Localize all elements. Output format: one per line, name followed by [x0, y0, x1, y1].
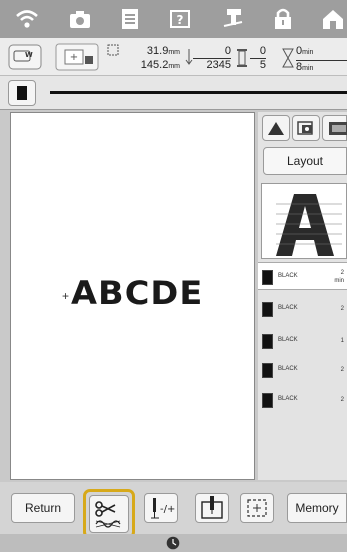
thread-name: BLACK — [278, 305, 298, 311]
return-button[interactable]: Return — [11, 493, 75, 523]
svg-text:+: + — [70, 52, 78, 63]
thread-name: BLACK — [278, 366, 298, 372]
wifi-icon[interactable] — [14, 6, 40, 32]
camera-scan-button[interactable] — [292, 115, 320, 141]
embroidery-design-text[interactable]: ABCDE — [71, 274, 203, 312]
triangle-button[interactable] — [262, 115, 290, 141]
footer-bar — [0, 534, 347, 552]
scan-camera-icon — [297, 121, 313, 135]
thread-swatch — [262, 302, 273, 317]
top-toolbar: ? — [0, 0, 347, 38]
thread-time-unit: min — [334, 278, 344, 284]
thread-row[interactable]: BLACK 1 — [258, 327, 347, 355]
stitch-current: 0 — [224, 45, 231, 57]
letter-a-preview-icon — [276, 194, 342, 256]
thread-spool-icon — [237, 49, 247, 67]
color-current: 0 — [259, 45, 266, 57]
thread-color-button[interactable] — [8, 80, 36, 106]
thread-swatch — [262, 393, 273, 408]
thread-row[interactable]: BLACK 2 — [258, 386, 347, 414]
lock-icon[interactable] — [270, 6, 296, 32]
width-unit: mm — [168, 49, 180, 56]
time-total-unit: min — [302, 65, 314, 72]
start-point-button[interactable] — [195, 493, 229, 523]
hoop-icon[interactable]: + — [55, 43, 99, 71]
thread-name: BLACK — [278, 273, 298, 279]
design-preview — [261, 183, 347, 259]
triangle-up-icon — [268, 122, 284, 135]
thread-progress-row — [0, 76, 347, 110]
dashed-frame-icon — [247, 499, 267, 517]
thread-row[interactable]: BLACK 2 — [258, 295, 347, 323]
thread-name: BLACK — [278, 337, 298, 343]
help-icon[interactable]: ? — [167, 6, 193, 32]
trial-frame-button[interactable] — [240, 493, 274, 523]
frame-select-icon[interactable]: W — [8, 44, 42, 70]
clock-icon[interactable] — [166, 536, 180, 550]
thread-row[interactable]: BLACK 2 — [258, 356, 347, 384]
thread-time: 2 — [340, 306, 344, 312]
width-value: 31.9 — [146, 45, 169, 57]
svg-text:W: W — [25, 51, 33, 59]
needle-plus-minus-icon: -/+ — [151, 498, 175, 519]
frame-view-icon — [329, 122, 347, 135]
time-unit: min — [302, 49, 314, 56]
highlight-frame — [83, 489, 135, 539]
thread-swatch — [262, 270, 273, 285]
thread-row[interactable]: BLACK 2 min — [258, 262, 347, 290]
thread-swatch — [262, 363, 273, 378]
view-toggle-button[interactable] — [322, 115, 347, 141]
layout-button[interactable]: Layout — [263, 147, 347, 175]
thread-time: 2 — [340, 367, 344, 373]
current-thread-swatch — [17, 86, 27, 100]
height-value: 145.2 — [140, 59, 169, 71]
thread-name: BLACK — [278, 396, 298, 402]
thread-time: 1 — [340, 338, 344, 344]
camera-icon[interactable] — [67, 6, 93, 32]
needle-position-marker: + — [62, 289, 70, 303]
needle-center-icon — [201, 496, 223, 519]
hourglass-icon — [282, 48, 294, 68]
needle-position-button[interactable]: -/+ — [144, 493, 178, 523]
stitch-total: 2345 — [206, 59, 231, 71]
memory-button[interactable]: Memory — [287, 493, 347, 523]
height-unit: mm — [168, 63, 180, 70]
stitch-progress-bar — [50, 91, 347, 94]
design-info-bar: W + 31.9mm 145.2mm 0 2345 0 5 0min 8min — [0, 38, 347, 76]
color-total: 5 — [259, 59, 266, 71]
svg-text:?: ? — [177, 13, 184, 27]
svg-text:-/+: -/+ — [160, 504, 175, 515]
thread-time: 2 — [340, 397, 344, 403]
thread-swatch — [262, 334, 273, 349]
thread-time: 2 — [340, 270, 344, 276]
home-icon[interactable] — [320, 6, 346, 32]
document-icon[interactable] — [117, 6, 143, 32]
needle-icon[interactable] — [220, 6, 246, 32]
